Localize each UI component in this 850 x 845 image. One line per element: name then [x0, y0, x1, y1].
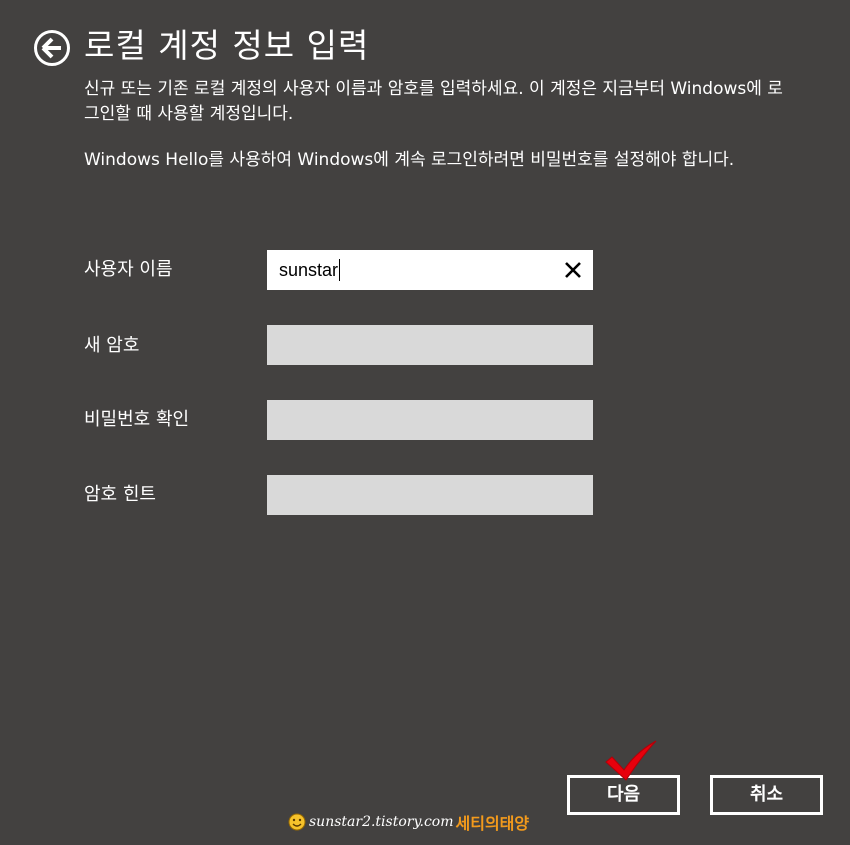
new-password-input[interactable]: [267, 325, 593, 365]
back-arrow-icon[interactable]: [33, 29, 71, 67]
username-input[interactable]: [267, 250, 593, 290]
username-field-container: [267, 250, 593, 290]
password-hint-input[interactable]: [267, 475, 593, 515]
page-title: 로컬 계정 정보 입력: [84, 26, 370, 65]
close-icon[interactable]: [563, 260, 583, 280]
smiley-face-icon: [288, 813, 306, 831]
username-label: 사용자 이름: [84, 259, 173, 280]
confirm-password-field-container: [267, 400, 593, 440]
windows-hello-notice: Windows Hello를 사용하여 Windows에 계속 로그인하려면 비…: [84, 150, 735, 170]
watermark: sunstar2.tistory.com 세티의태양: [288, 810, 529, 834]
password-hint-label: 암호 힌트: [84, 484, 156, 505]
watermark-name: 세티의태양: [455, 814, 530, 833]
watermark-url: sunstar2.tistory.com: [309, 814, 454, 830]
confirm-password-input[interactable]: [267, 400, 593, 440]
red-checkmark-icon: [605, 740, 657, 781]
cancel-button[interactable]: 취소: [710, 775, 823, 815]
new-password-field-container: [267, 325, 593, 365]
new-password-label: 새 암호: [84, 335, 140, 356]
text-caret: [339, 259, 340, 281]
description-text: 신규 또는 기존 로컬 계정의 사용자 이름과 암호를 입력하세요. 이 계정은…: [84, 79, 783, 124]
confirm-password-label: 비밀번호 확인: [84, 409, 190, 430]
password-hint-field-container: [267, 475, 593, 515]
